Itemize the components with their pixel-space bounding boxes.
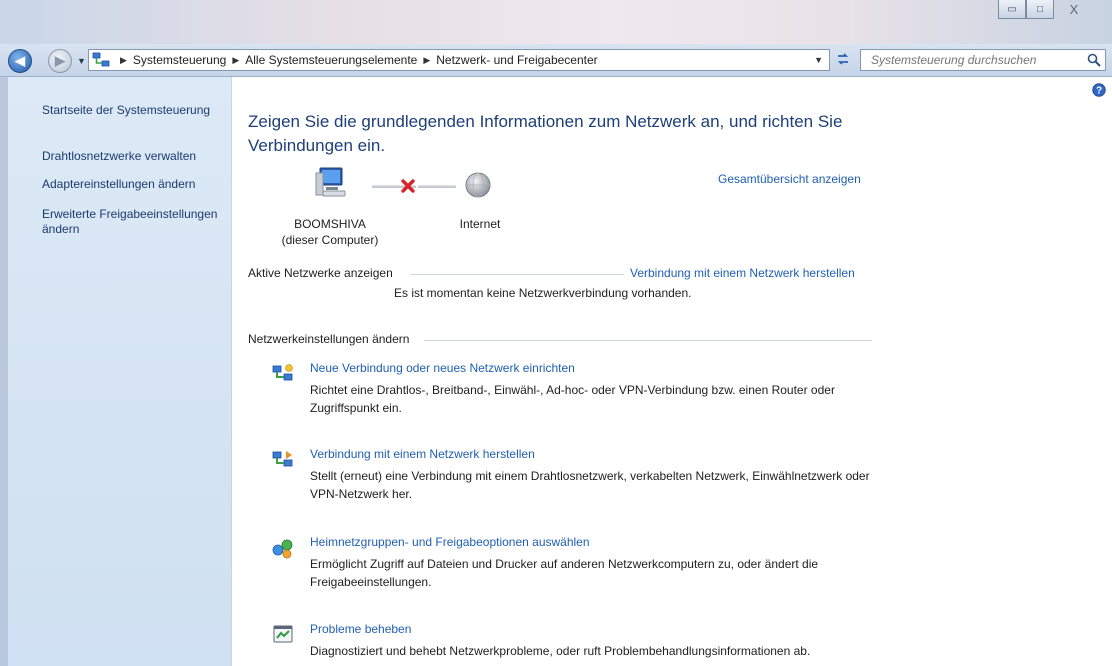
homegroup-description: Ermöglicht Zugriff auf Dateien und Druck… bbox=[310, 557, 819, 589]
breadcrumb-separator[interactable]: ▶ bbox=[423, 55, 430, 66]
computer-subtitle: (dieser Computer) bbox=[281, 233, 379, 247]
computer-icon bbox=[315, 167, 346, 197]
setup-connection-link[interactable]: Neue Verbindung oder neues Netzwerk einr… bbox=[310, 361, 575, 375]
help-icon[interactable]: ? bbox=[1092, 83, 1106, 97]
search-input[interactable] bbox=[869, 52, 1083, 68]
back-button[interactable]: ◀ bbox=[8, 49, 32, 73]
title-bar: ▭ □ X bbox=[0, 0, 1112, 44]
change-settings-heading: Netzwerkeinstellungen ändern bbox=[248, 332, 410, 346]
sidebar-item-startseite[interactable]: Startseite der Systemsteuerung bbox=[42, 103, 227, 118]
homegroup-icon[interactable] bbox=[272, 537, 294, 559]
svg-text:?: ? bbox=[1096, 86, 1102, 97]
refresh-button[interactable] bbox=[832, 49, 854, 69]
connect-network-description: Stellt (erneut) eine Verbindung mit eine… bbox=[310, 469, 870, 501]
network-center-icon bbox=[92, 52, 110, 67]
section-divider bbox=[410, 274, 624, 275]
no-connection-status: Es ist momentan keine Netzwerkverbindung… bbox=[394, 286, 692, 300]
window-controls: ▭ □ X bbox=[998, 0, 1094, 20]
disconnected-icon[interactable] bbox=[400, 178, 416, 194]
troubleshoot-link[interactable]: Probleme beheben bbox=[310, 622, 411, 636]
network-setup-icon[interactable] bbox=[272, 363, 294, 385]
search-icon[interactable] bbox=[1087, 53, 1101, 67]
page-title: Zeigen Sie die grundlegenden Information… bbox=[248, 112, 843, 155]
section-divider bbox=[424, 340, 872, 341]
internet-globe-icon[interactable] bbox=[464, 171, 492, 199]
sidebar-edge bbox=[0, 77, 8, 666]
sidebar-item-drahtlosnetzwerke[interactable]: Drahtlosnetzwerke verwalten bbox=[42, 149, 227, 164]
sidebar-item-adaptereinstellungen[interactable]: Adaptereinstellungen ändern bbox=[42, 177, 227, 192]
minimize-button[interactable]: ▭ bbox=[998, 0, 1026, 19]
connect-network-link[interactable]: Verbindung mit einem Netzwerk herstellen bbox=[630, 266, 855, 280]
forward-button[interactable]: ▶ bbox=[48, 49, 72, 73]
computer-label: BOOMSHIVA (dieser Computer) bbox=[270, 216, 390, 248]
refresh-icon bbox=[837, 53, 849, 65]
troubleshoot-description: Diagnostiziert und behebt Netzwerkproble… bbox=[310, 644, 811, 658]
breadcrumb-netzwerkcenter[interactable]: Netzwerk- und Freigabecenter bbox=[436, 53, 597, 67]
computer-name: BOOMSHIVA bbox=[294, 217, 366, 231]
setup-connection-description: Richtet eine Drahtlos-, Breitband-, Einw… bbox=[310, 383, 835, 415]
task-sidebar: Startseite der Systemsteuerung Drahtlosn… bbox=[0, 77, 232, 666]
internet-label: Internet bbox=[459, 217, 501, 231]
breadcrumb-separator[interactable]: ▶ bbox=[232, 55, 239, 66]
close-button[interactable]: X bbox=[1054, 0, 1094, 18]
content-pane: ? Zeigen Sie die grundlegenden Informati… bbox=[232, 77, 1112, 666]
breadcrumb-separator[interactable]: ▶ bbox=[120, 55, 127, 66]
sidebar-item-freigabeeinstellungen[interactable]: Erweiterte Freigabeeinstellungen ändern bbox=[42, 207, 222, 237]
address-dropdown-icon[interactable]: ▼ bbox=[814, 55, 823, 65]
recent-pages-dropdown[interactable]: ▼ bbox=[77, 56, 86, 66]
navigation-bar: ◀ ▶ ▼ ▶ Systemsteuerung ▶ Alle Systemste… bbox=[0, 44, 1112, 77]
full-map-link[interactable]: Gesamtübersicht anzeigen bbox=[718, 172, 861, 186]
homegroup-link[interactable]: Heimnetzgruppen- und Freigabeoptionen au… bbox=[310, 535, 590, 549]
address-bar[interactable]: ▶ Systemsteuerung ▶ Alle Systemsteuerung… bbox=[88, 49, 830, 71]
search-box[interactable] bbox=[860, 49, 1106, 71]
maximize-button[interactable]: □ bbox=[1026, 0, 1054, 19]
connect-network-task-link[interactable]: Verbindung mit einem Netzwerk herstellen bbox=[310, 447, 535, 461]
breadcrumb-alle-elemente[interactable]: Alle Systemsteuerungselemente bbox=[245, 53, 417, 67]
connection-line-right bbox=[418, 185, 456, 188]
network-connect-icon[interactable] bbox=[272, 449, 294, 471]
active-networks-heading: Aktive Netzwerke anzeigen bbox=[248, 266, 393, 280]
breadcrumb-systemsteuerung[interactable]: Systemsteuerung bbox=[133, 53, 226, 67]
troubleshoot-icon[interactable] bbox=[272, 624, 294, 646]
